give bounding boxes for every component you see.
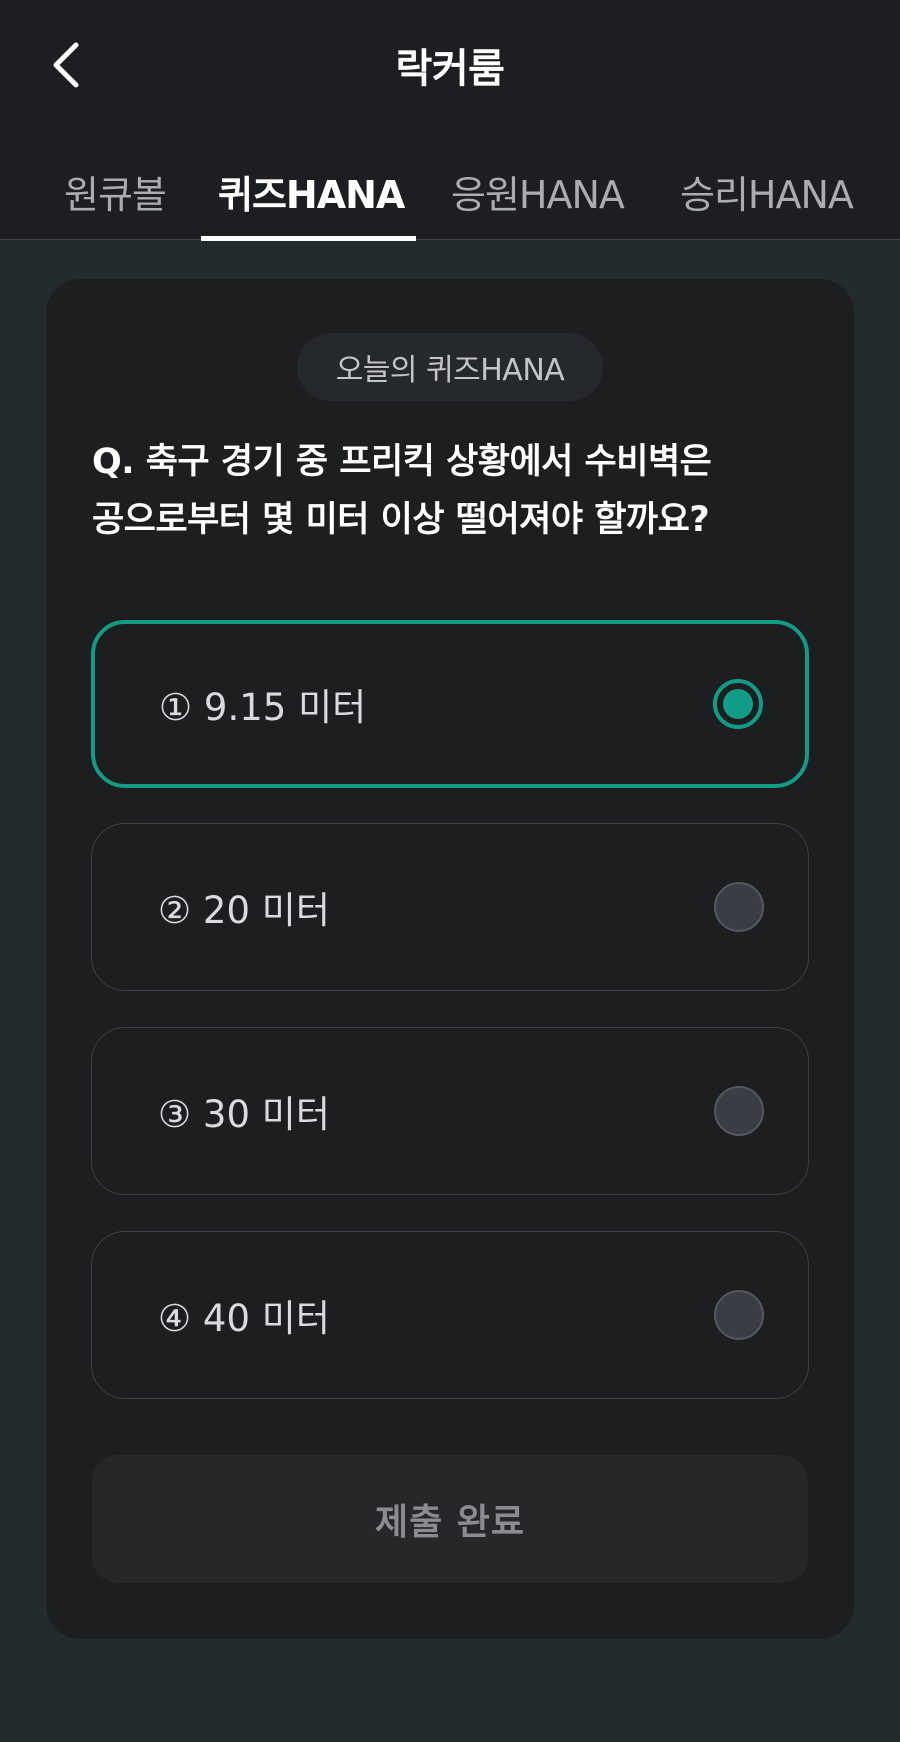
tab-cheer-hana[interactable]: 응원HANA [451, 164, 625, 219]
question-line-2: 공으로부터 몇 미터 이상 떨어져야 할까요? [92, 500, 710, 540]
answer-option-1[interactable]: ① 9.15 미터 [91, 620, 809, 788]
answer-option-label: ② 20 미터 [158, 889, 330, 932]
answer-option-3[interactable]: ③ 30 미터 [91, 1027, 809, 1195]
answer-option-4[interactable]: ④ 40 미터 [91, 1231, 809, 1399]
page-title: 락커룸 [395, 46, 505, 92]
radio-selected-icon[interactable] [713, 679, 763, 729]
radio-unselected-icon[interactable] [714, 1086, 764, 1136]
submit-button[interactable]: 제출 완료 [92, 1455, 808, 1583]
radio-dot [723, 689, 753, 719]
answer-option-label: ④ 40 미터 [158, 1297, 330, 1340]
radio-unselected-icon[interactable] [714, 882, 764, 932]
question-line-1: Q. 축구 경기 중 프리킥 상황에서 수비벽은 [92, 442, 712, 482]
answer-option-label: ③ 30 미터 [158, 1093, 330, 1136]
top-app-bar: 락커룸 원큐볼 퀴즈HANA 응원HANA 승리HANA [0, 0, 900, 241]
tab-onecue-ball[interactable]: 원큐볼 [64, 164, 167, 219]
active-tab-indicator [201, 236, 416, 241]
quiz-question: Q. 축구 경기 중 프리킥 상황에서 수비벽은 공으로부터 몇 미터 이상 떨… [92, 433, 812, 549]
quiz-badge: 오늘의 퀴즈HANA [297, 333, 603, 401]
radio-unselected-icon[interactable] [714, 1290, 764, 1340]
answer-option-label: ① 9.15 미터 [159, 686, 367, 729]
tab-quiz-hana[interactable]: 퀴즈HANA [218, 164, 405, 219]
answer-option-2[interactable]: ② 20 미터 [91, 823, 809, 991]
quiz-card: 오늘의 퀴즈HANA Q. 축구 경기 중 프리킥 상황에서 수비벽은 공으로부… [46, 279, 854, 1639]
tab-win-hana[interactable]: 승리HANA [680, 164, 854, 219]
